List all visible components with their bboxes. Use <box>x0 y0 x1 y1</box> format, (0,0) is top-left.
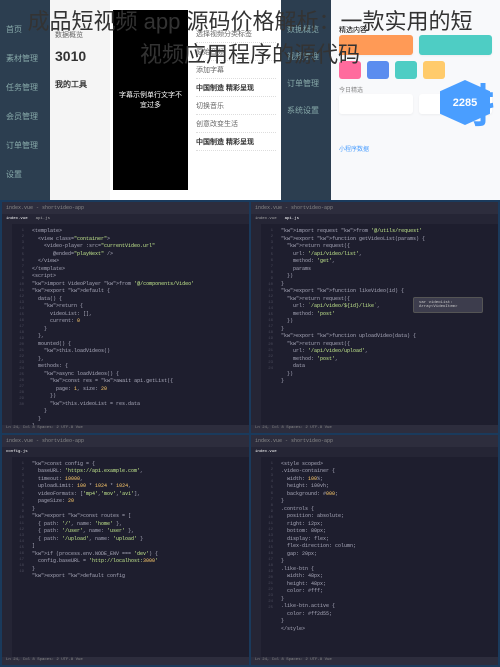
sidebar-item[interactable]: 会员管理 <box>0 107 50 126</box>
footer-label: 小程序数据 <box>339 144 492 153</box>
ide-activity-bar[interactable] <box>2 457 12 666</box>
intellisense-popup[interactable]: var videoList: Array<VideoItem> <box>413 297 483 313</box>
line-numbers: 123456789101112131415161718192021222324 <box>261 224 275 433</box>
code-editor[interactable]: <template> <view class="container"> <vid… <box>26 224 249 433</box>
ide-titlebar: index.vue - shortvideo-app <box>251 435 498 447</box>
ide-tabs: index.vue api.js <box>2 214 249 224</box>
line-numbers: 1234567891011121314151617181920212223242… <box>12 224 26 433</box>
ide-statusbar: Ln 24, Col 8 Spaces: 2 UTF-8 Vue <box>2 657 249 665</box>
feature-highlight: 中国制造 精彩呈现 <box>196 137 276 151</box>
sidebar-item[interactable]: 订单管理 <box>281 74 331 93</box>
ide-statusbar: Ln 24, Col 8 Spaces: 2 UTF-8 Vue <box>251 657 498 665</box>
large-char-decoration: 扌 <box>470 70 500 135</box>
code-editor[interactable]: <style scoped>.video-container { width: … <box>275 457 498 638</box>
ide-titlebar: index.vue - shortvideo-app <box>2 202 249 214</box>
ide-tabs: index.vue <box>251 447 498 457</box>
sidebar-item[interactable]: 订单管理 <box>0 136 50 155</box>
line-numbers: 1234567891011121314151617181920212223242… <box>261 457 275 666</box>
editor-tab[interactable]: index.vue <box>255 450 277 454</box>
feature-line: 创意改变生活 <box>196 119 276 133</box>
ide-activity-bar[interactable] <box>251 457 261 666</box>
editor-tab[interactable]: api.js <box>285 217 299 221</box>
tools-label: 我的工具 <box>55 79 105 90</box>
editor-tab[interactable]: api.js <box>36 217 50 221</box>
ide-statusbar: Ln 24, Col 8 Spaces: 2 UTF-8 Vue <box>251 425 498 433</box>
ide-pane-4: index.vue - shortvideo-app index.vue 123… <box>251 435 498 666</box>
line-numbers: 12345678910111213141516171819 <box>12 457 26 666</box>
sidebar-item[interactable]: 设置 <box>0 165 50 184</box>
ide-pane-3: index.vue - shortvideo-app config.js 123… <box>2 435 249 666</box>
editor-tab[interactable]: config.js <box>6 450 28 454</box>
ide-titlebar: index.vue - shortvideo-app <box>251 202 498 214</box>
editor-tab[interactable]: index.vue <box>255 217 277 221</box>
ide-activity-bar[interactable] <box>251 224 261 433</box>
ide-pane-1: index.vue - shortvideo-app index.vue api… <box>2 202 249 433</box>
feature-highlight: 中国制造 精彩呈现 <box>196 83 276 97</box>
dash-card[interactable] <box>339 94 413 114</box>
sidebar-item[interactable]: 任务管理 <box>0 78 50 97</box>
ide-tabs: index.vue api.js <box>251 214 498 224</box>
subtitle-example: 字幕示例单行文字不宜过多 <box>113 86 188 114</box>
ide-activity-bar[interactable] <box>2 224 12 433</box>
ide-tabs: config.js <box>2 447 249 457</box>
ide-pane-2: index.vue - shortvideo-app index.vue api… <box>251 202 498 433</box>
editor-tab[interactable]: index.vue <box>6 217 28 221</box>
feature-line: 切换音乐 <box>196 101 276 115</box>
ide-statusbar: Ln 24, Col 8 Spaces: 2 UTF-8 Vue <box>2 425 249 433</box>
sidebar-item[interactable]: 系统设置 <box>281 101 331 120</box>
page-title: 成品短视频 app 源码价格解析：一款实用的短视频应用程序的源代码 <box>0 5 500 71</box>
ide-titlebar: index.vue - shortvideo-app <box>2 435 249 447</box>
ide-grid: index.vue - shortvideo-app index.vue api… <box>0 200 500 667</box>
code-editor[interactable]: "kw">const config = { baseURL: 'https://… <box>26 457 249 585</box>
